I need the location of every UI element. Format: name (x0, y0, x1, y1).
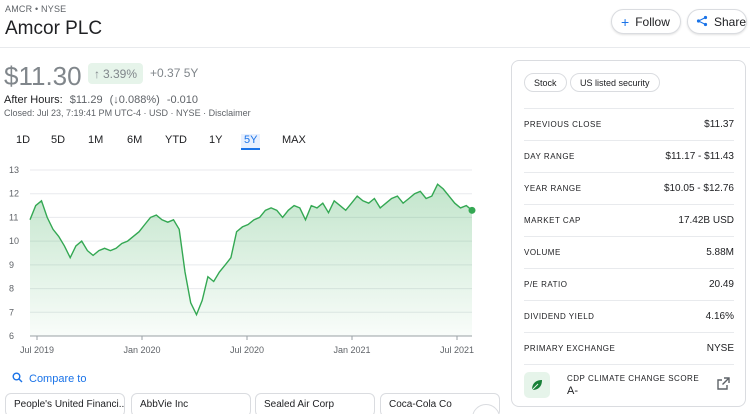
stat-label: YEAR RANGE (524, 184, 582, 193)
y-tick-label: 13 (9, 165, 19, 175)
follow-label: Follow (635, 14, 670, 29)
current-price: $11.30 (4, 61, 82, 91)
ticker-symbol: AMCR • NYSE (5, 4, 67, 14)
after-hours-line: After Hours: $11.29 (↓0.088%) -0.010 (4, 94, 198, 106)
stat-year-range: YEAR RANGE $10.05 - $12.76 (524, 172, 734, 204)
stat-volume: VOLUME 5.88M (524, 236, 734, 268)
stat-value: 17.42B USD (678, 215, 734, 226)
stat-label: MARKET CAP (524, 216, 581, 225)
tab-ytd[interactable]: YTD (165, 134, 187, 150)
y-tick-label: 9 (9, 260, 14, 270)
y-tick-label: 12 (9, 189, 19, 199)
after-hours-label: After Hours: (4, 94, 63, 106)
cdp-label: CDP CLIMATE CHANGE SCORE (567, 374, 700, 383)
after-hours-abs: -0.010 (166, 94, 199, 106)
stat-dividend-yield: DIVIDEND YIELD 4.16% (524, 300, 734, 332)
cdp-value: A- (567, 385, 578, 397)
search-icon (12, 372, 23, 386)
leaf-icon (524, 372, 550, 398)
chip-stock[interactable]: Stock (524, 73, 567, 92)
range-tabs: 1D 5D 1M 6M YTD 1Y 5Y MAX (0, 134, 320, 150)
stat-value: 4.16% (705, 311, 734, 322)
tab-5d[interactable]: 5D (51, 134, 65, 150)
x-tick-label: Jul 2021 (440, 345, 474, 355)
follow-button[interactable]: + Follow (611, 9, 681, 34)
stats-panel: Stock US listed security PREVIOUS CLOSE … (511, 60, 746, 407)
chip-us-listed-security[interactable]: US listed security (570, 73, 660, 92)
stat-primary-exchange: PRIMARY EXCHANGE NYSE (524, 332, 734, 364)
after-hours-price: $11.29 (69, 94, 103, 106)
stat-label: P/E RATIO (524, 280, 568, 289)
price-chart[interactable]: 6 7 8 9 10 11 12 13 Jul 2019 Jan 2020 Jul 2020 Jan… (0, 160, 490, 360)
percent-change-value: 3.39% (103, 66, 138, 81)
compare-label: Compare to (29, 373, 87, 385)
percent-change-badge: ↑ 3.39% (88, 63, 144, 84)
absolute-change: +0.37 5Y (150, 66, 199, 80)
chart-last-point (468, 206, 476, 214)
compare-to-link[interactable]: Compare to (12, 372, 86, 386)
x-tick-label: Jan 2021 (333, 345, 370, 355)
stat-label: PRIMARY EXCHANGE (524, 344, 616, 353)
cdp-score-row[interactable]: CDP CLIMATE CHANGE SCORE A- (524, 364, 734, 400)
y-tick-label: 11 (9, 212, 18, 222)
market-status: Closed: Jul 23, 7:19:41 PM UTC-4 · USD ·… (4, 108, 251, 118)
chart-x-ticks: Jul 2019 Jan 2020 Jul 2020 Jan 2021 Jul 2021 (20, 336, 474, 355)
tab-max[interactable]: MAX (282, 134, 306, 150)
stat-pe-ratio: P/E RATIO 20.49 (524, 268, 734, 300)
stat-label: DAY RANGE (524, 152, 575, 161)
y-tick-label: 10 (9, 236, 19, 246)
stat-value: $11.37 (704, 119, 734, 130)
y-tick-label: 8 (9, 284, 14, 294)
related-card-abbvie[interactable]: AbbVie Inc (131, 393, 251, 414)
share-icon (696, 15, 708, 29)
stat-market-cap: MARKET CAP 17.42B USD (524, 204, 734, 236)
tab-1y[interactable]: 1Y (209, 134, 222, 150)
arrow-up-icon: ↑ (94, 66, 100, 81)
y-tick-label: 6 (9, 331, 14, 341)
open-in-new-icon[interactable] (717, 377, 730, 393)
stat-label: VOLUME (524, 248, 561, 257)
x-tick-label: Jul 2019 (20, 345, 54, 355)
x-tick-label: Jan 2020 (123, 345, 160, 355)
stat-value: 5.88M (706, 247, 734, 258)
stat-value: NYSE (706, 343, 734, 354)
tab-1m[interactable]: 1M (88, 134, 103, 150)
share-label: Share (714, 14, 747, 29)
stat-value: 20.49 (708, 279, 734, 290)
plus-icon: + (621, 13, 630, 30)
related-card-sealed-air[interactable]: Sealed Air Corp (255, 393, 375, 414)
tab-6m[interactable]: 6M (127, 134, 142, 150)
related-card-peoples-united[interactable]: People's United Financi... (5, 393, 125, 414)
after-hours-percent: (↓0.088%) (109, 94, 160, 106)
x-tick-label: Jul 2020 (230, 345, 264, 355)
stat-day-range: DAY RANGE $11.17 - $11.43 (524, 140, 734, 172)
stat-label: DIVIDEND YIELD (524, 312, 595, 321)
company-name: Amcor PLC (5, 18, 103, 39)
stat-label: PREVIOUS CLOSE (524, 120, 602, 129)
stat-previous-close: PREVIOUS CLOSE $11.37 (524, 108, 734, 140)
tab-5y[interactable]: 5Y (241, 134, 261, 150)
chart-y-ticks: 6 7 8 9 10 11 12 13 (9, 165, 19, 341)
y-tick-label: 7 (9, 307, 14, 317)
share-button[interactable]: Share (687, 9, 747, 34)
chart-area (30, 184, 472, 336)
tab-1d[interactable]: 1D (16, 134, 30, 150)
header-divider (0, 47, 750, 48)
stat-value: $11.17 - $11.43 (665, 151, 734, 162)
stat-value: $10.05 - $12.76 (663, 183, 734, 194)
